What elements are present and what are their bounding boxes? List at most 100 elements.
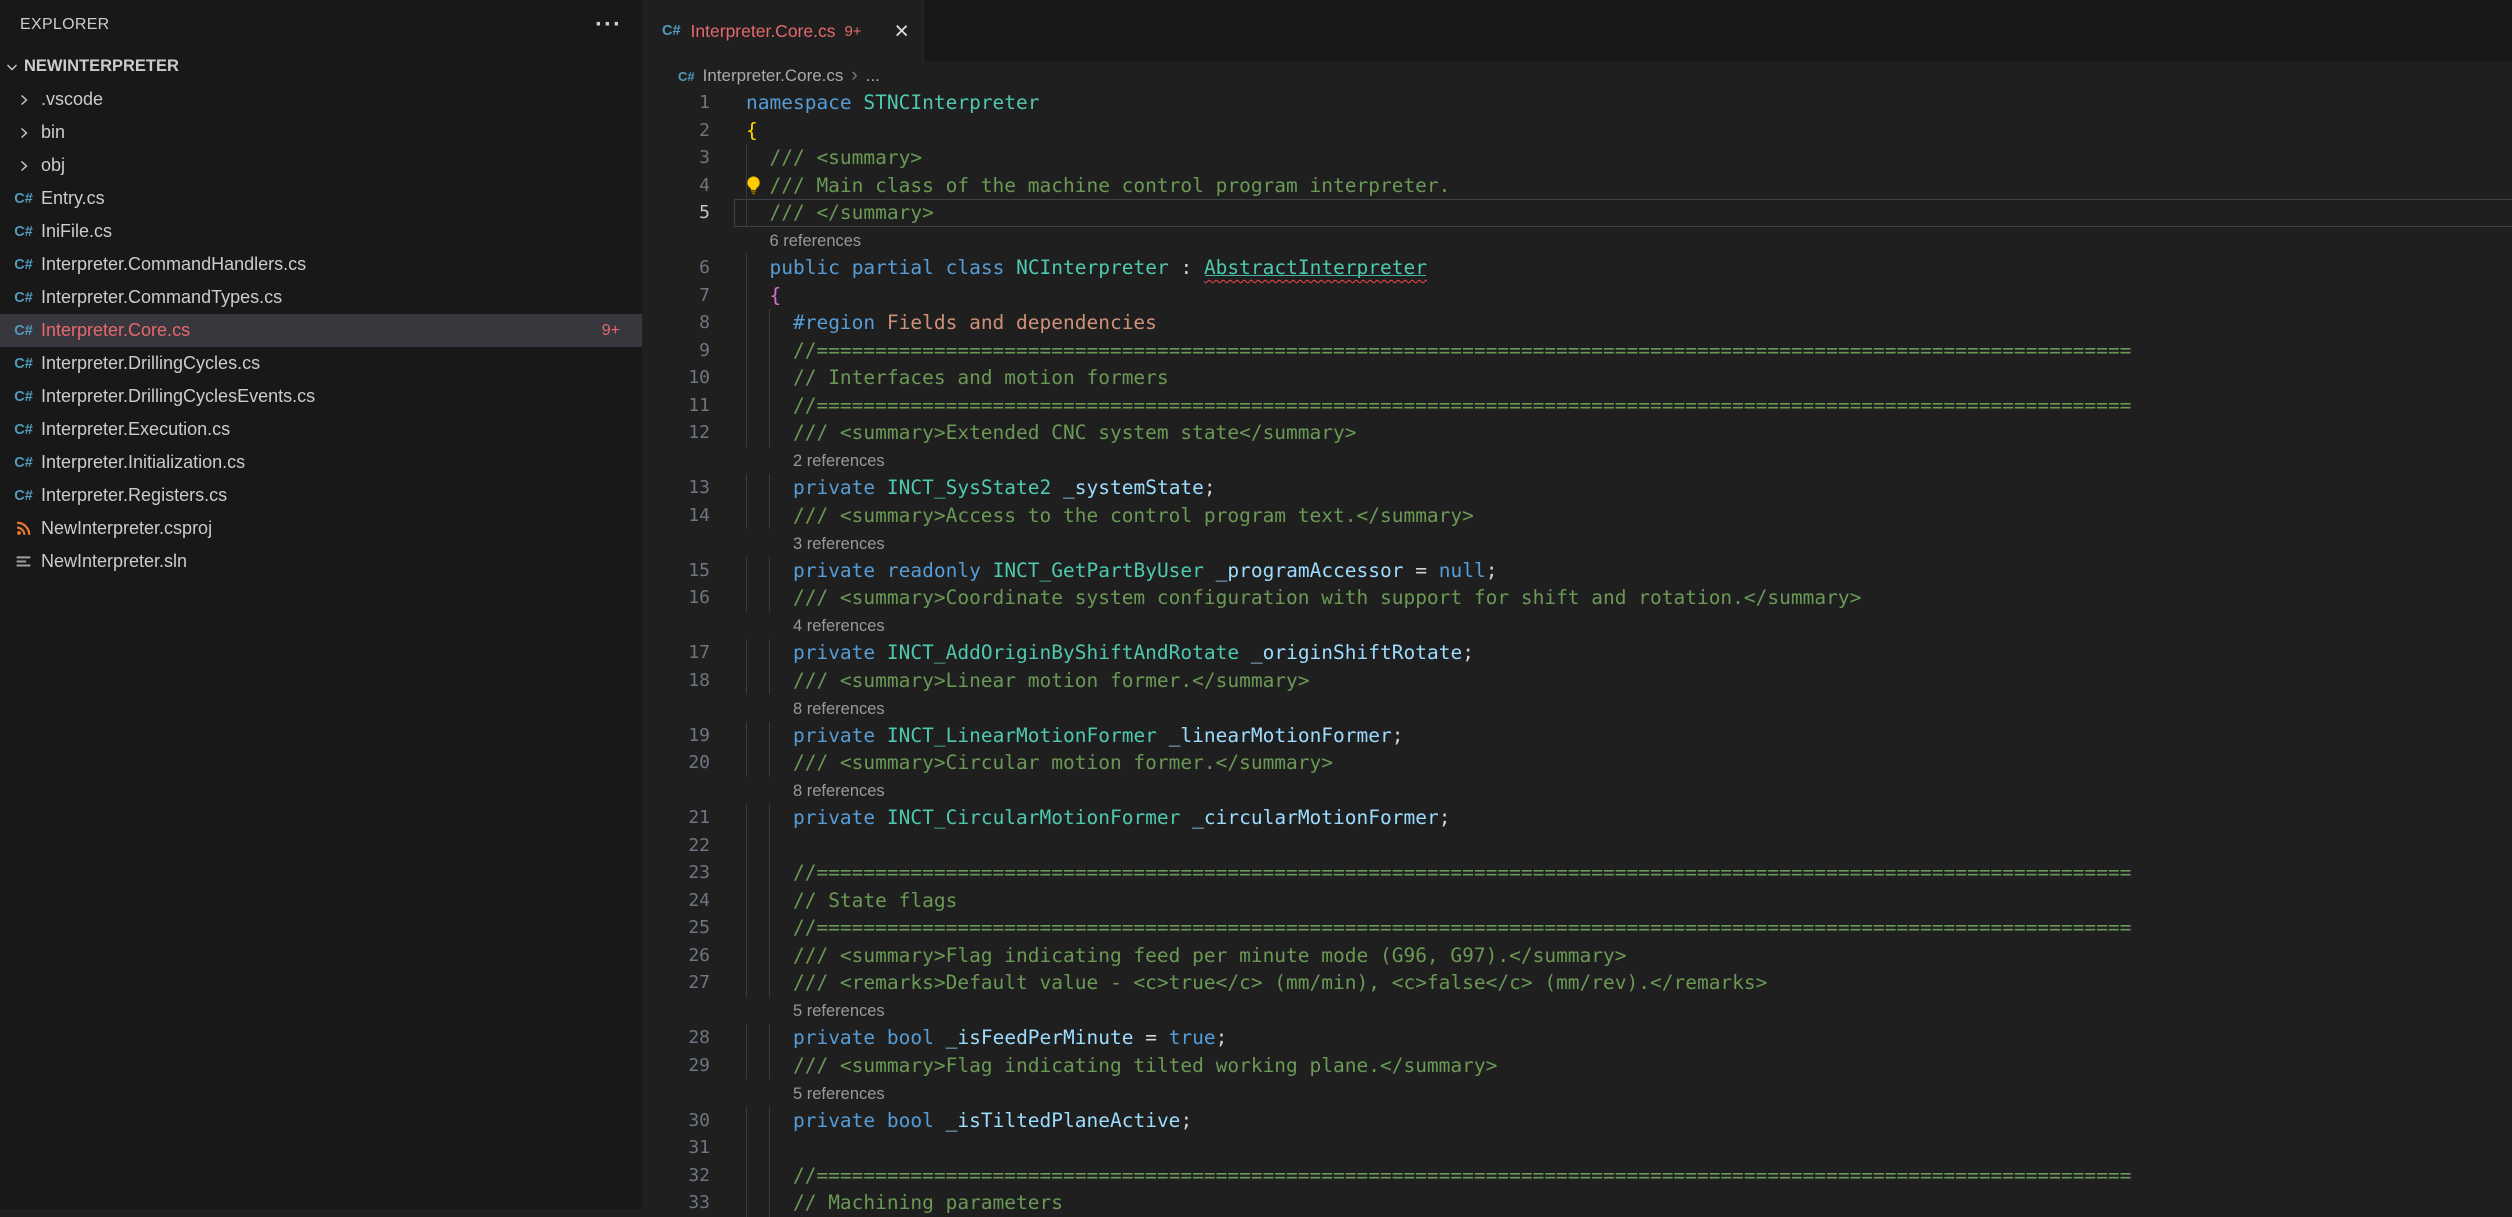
file-row[interactable]: NewInterpreter.csproj — [0, 512, 642, 545]
file-row[interactable]: C#Interpreter.CommandTypes.cs — [0, 281, 642, 314]
line-number[interactable]: 4 — [642, 172, 746, 200]
line-number[interactable]: 15 — [642, 557, 746, 585]
line-number[interactable]: 9 — [642, 337, 746, 365]
folder-row[interactable]: .vscode — [0, 83, 642, 116]
file-row[interactable]: NewInterpreter.sln — [0, 545, 642, 578]
line-number[interactable]: 1 — [642, 89, 746, 117]
code-line[interactable]: 30 private bool _isTiltedPlaneActive; — [642, 1107, 2512, 1135]
file-row[interactable]: C#Interpreter.Registers.cs — [0, 479, 642, 512]
folder-row[interactable]: bin — [0, 116, 642, 149]
codelens-link[interactable]: 5 references — [746, 1081, 885, 1107]
file-row[interactable]: C#IniFile.cs — [0, 215, 642, 248]
line-number[interactable]: 20 — [642, 749, 746, 777]
line-number[interactable]: 28 — [642, 1024, 746, 1052]
code-line[interactable]: 22 — [642, 832, 2512, 860]
chevron-right-icon[interactable] — [10, 158, 37, 174]
line-number[interactable]: 32 — [642, 1162, 746, 1190]
codelens-link[interactable]: 8 references — [746, 696, 885, 722]
code-line[interactable]: 5 /// </summary> — [642, 199, 2512, 227]
code-line[interactable]: 15 private readonly INCT_GetPartByUser _… — [642, 557, 2512, 585]
chevron-right-icon[interactable] — [10, 92, 37, 108]
code-line[interactable]: 14 /// <summary>Access to the control pr… — [642, 502, 2512, 530]
code-line[interactable]: 26 /// <summary>Flag indicating feed per… — [642, 942, 2512, 970]
code-line[interactable]: 10 // Interfaces and motion formers — [642, 364, 2512, 392]
close-icon[interactable]: × — [894, 19, 909, 44]
workspace-section-header[interactable]: NEWINTERPRETER — [0, 50, 642, 83]
code-line[interactable]: 2{ — [642, 117, 2512, 145]
code-line[interactable]: 9 //====================================… — [642, 337, 2512, 365]
line-number[interactable]: 22 — [642, 832, 746, 860]
code-line[interactable]: 13 private INCT_SysState2 _systemState; — [642, 474, 2512, 502]
code-line[interactable]: 3 /// <summary> — [642, 144, 2512, 172]
chevron-right-icon[interactable] — [10, 125, 37, 141]
file-row[interactable]: C#Interpreter.Core.cs9+ — [0, 314, 642, 347]
line-number[interactable]: 5 — [642, 199, 746, 227]
file-row[interactable]: C#Interpreter.DrillingCycles.cs — [0, 347, 642, 380]
line-number[interactable]: 18 — [642, 667, 746, 695]
line-number[interactable]: 12 — [642, 419, 746, 447]
code-line[interactable]: 18 /// <summary>Linear motion former.</s… — [642, 667, 2512, 695]
tab-interpreter-core[interactable]: C# Interpreter.Core.cs 9+ × — [642, 0, 924, 62]
codelens-link[interactable]: 3 references — [746, 531, 885, 557]
folder-row[interactable]: obj — [0, 149, 642, 182]
file-row[interactable]: C#Interpreter.Initialization.cs — [0, 446, 642, 479]
code-line[interactable]: 8 #region Fields and dependencies — [642, 309, 2512, 337]
line-number[interactable]: 31 — [642, 1134, 746, 1162]
code-token: //======================================… — [793, 394, 2131, 417]
file-row[interactable]: C#Entry.cs — [0, 182, 642, 215]
line-number[interactable]: 29 — [642, 1052, 746, 1080]
line-number[interactable]: 8 — [642, 309, 746, 337]
line-number[interactable]: 24 — [642, 887, 746, 915]
file-row[interactable]: C#Interpreter.Execution.cs — [0, 413, 642, 446]
code-line[interactable]: 25 //===================================… — [642, 914, 2512, 942]
line-number[interactable]: 10 — [642, 364, 746, 392]
line-number[interactable]: 11 — [642, 392, 746, 420]
code-line[interactable]: 29 /// <summary>Flag indicating tilted w… — [642, 1052, 2512, 1080]
code-line[interactable]: 27 /// <remarks>Default value - <c>true<… — [642, 969, 2512, 997]
code-line[interactable]: 24 // State flags — [642, 887, 2512, 915]
line-number[interactable]: 21 — [642, 804, 746, 832]
line-number[interactable]: 26 — [642, 942, 746, 970]
codelens-link[interactable]: 6 references — [746, 228, 861, 254]
line-number[interactable]: 25 — [642, 914, 746, 942]
code-line[interactable]: 16 /// <summary>Coordinate system config… — [642, 584, 2512, 612]
code-line[interactable]: 12 /// <summary>Extended CNC system stat… — [642, 419, 2512, 447]
more-actions-icon[interactable]: ··· — [595, 20, 622, 30]
code-line[interactable]: 28 private bool _isFeedPerMinute = true; — [642, 1024, 2512, 1052]
line-number[interactable]: 14 — [642, 502, 746, 530]
line-number[interactable]: 2 — [642, 117, 746, 145]
code-line[interactable]: 1namespace STNCInterpreter — [642, 89, 2512, 117]
line-number[interactable]: 17 — [642, 639, 746, 667]
line-number[interactable]: 33 — [642, 1189, 746, 1217]
code-line[interactable]: 23 //===================================… — [642, 859, 2512, 887]
code-line[interactable]: 7 { — [642, 282, 2512, 310]
line-number[interactable]: 3 — [642, 144, 746, 172]
code-editor: 1namespace STNCInterpreter2{3 /// <summa… — [642, 89, 2512, 1217]
codelens-link[interactable]: 5 references — [746, 998, 885, 1024]
code-line[interactable]: 17 private INCT_AddOriginByShiftAndRotat… — [642, 639, 2512, 667]
line-number[interactable]: 13 — [642, 474, 746, 502]
file-row[interactable]: C#Interpreter.DrillingCyclesEvents.cs — [0, 380, 642, 413]
breadcrumb-ellipsis[interactable]: ... — [866, 66, 880, 86]
code-line[interactable]: 11 //===================================… — [642, 392, 2512, 420]
code-line[interactable]: 6 public partial class NCInterpreter : A… — [642, 254, 2512, 282]
line-number[interactable]: 23 — [642, 859, 746, 887]
code-line[interactable]: 33 // Machining parameters — [642, 1189, 2512, 1217]
codelens-link[interactable]: 4 references — [746, 613, 885, 639]
line-number[interactable]: 7 — [642, 282, 746, 310]
codelens-link[interactable]: 2 references — [746, 448, 885, 474]
file-row[interactable]: C#Interpreter.CommandHandlers.cs — [0, 248, 642, 281]
line-number[interactable]: 16 — [642, 584, 746, 612]
line-number[interactable]: 6 — [642, 254, 746, 282]
code-line[interactable]: 31 — [642, 1134, 2512, 1162]
breadcrumb-file[interactable]: Interpreter.Core.cs — [703, 66, 844, 86]
code-line[interactable]: 20 /// <summary>Circular motion former.<… — [642, 749, 2512, 777]
code-line[interactable]: 4 /// Main class of the machine control … — [642, 172, 2512, 200]
code-line[interactable]: 32 //===================================… — [642, 1162, 2512, 1190]
codelens-link[interactable]: 8 references — [746, 778, 885, 804]
line-number[interactable]: 19 — [642, 722, 746, 750]
code-line[interactable]: 21 private INCT_CircularMotionFormer _ci… — [642, 804, 2512, 832]
line-number[interactable]: 27 — [642, 969, 746, 997]
code-line[interactable]: 19 private INCT_LinearMotionFormer _line… — [642, 722, 2512, 750]
line-number[interactable]: 30 — [642, 1107, 746, 1135]
